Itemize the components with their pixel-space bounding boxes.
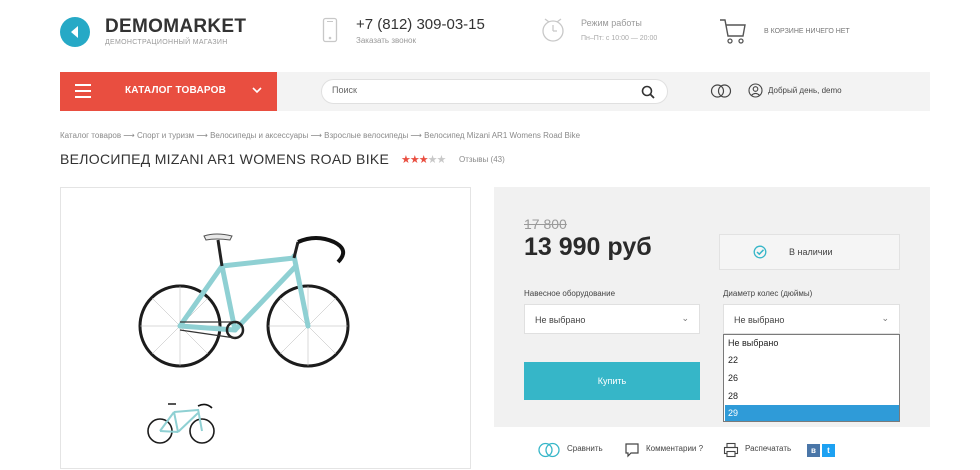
logo-subtitle: ДЕМОНСТРАЦИОННЫЙ МАГАЗИН <box>105 39 228 46</box>
product-thumbnail[interactable] <box>146 400 216 446</box>
star-filled-icon: ★ <box>409 154 420 166</box>
check-circle-icon <box>753 245 767 264</box>
twitter-icon[interactable]: t <box>822 444 835 457</box>
star-empty-icon: ★ <box>427 154 438 166</box>
chevron-down-icon: ⌄ <box>681 313 689 323</box>
cart-status[interactable]: В КОРЗИНЕ НИЧЕГО НЕТ <box>764 28 850 35</box>
wheel-label: Диаметр колес (дюймы) <box>723 289 813 298</box>
star-filled-icon: ★ <box>418 154 429 166</box>
comments-link[interactable]: Комментарии ? <box>646 444 703 453</box>
equipment-select-value: Не выбрано <box>535 315 586 325</box>
dropdown-option-highlighted[interactable]: 29 <box>725 405 899 421</box>
dropdown-option[interactable]: 22 <box>725 352 899 370</box>
page-title: ВЕЛОСИПЕД MIZANI AR1 WOMENS ROAD BIKE <box>60 151 390 167</box>
search-icon[interactable] <box>641 85 655 104</box>
wheel-select[interactable]: Не выбрано ⌄ <box>723 304 900 334</box>
user-greeting[interactable]: Добрый день, demo <box>768 86 842 95</box>
stock-text: В наличии <box>789 247 833 257</box>
current-price: 13 990 руб <box>524 233 652 261</box>
star-empty-icon: ★ <box>436 154 447 166</box>
star-filled-icon: ★ <box>401 154 411 166</box>
dropdown-option[interactable]: Не выбрано <box>725 335 899 353</box>
compare-icon[interactable] <box>710 84 732 103</box>
hours-title: Режим работы <box>581 18 642 28</box>
menu-icon <box>75 84 91 98</box>
buy-button[interactable]: Купить <box>524 362 700 400</box>
search-box <box>321 79 668 104</box>
phone-icon <box>322 17 338 48</box>
compare-icon[interactable] <box>538 442 560 463</box>
wheel-select-value: Не выбрано <box>734 315 785 325</box>
print-link[interactable]: Распечатать <box>745 444 791 453</box>
equipment-select[interactable]: Не выбрано ⌄ <box>524 304 700 334</box>
search-input[interactable] <box>332 85 622 95</box>
comment-icon[interactable] <box>624 442 640 463</box>
hours-value: Пн–Пт: с 10:00 — 20:00 <box>581 35 658 42</box>
product-image[interactable] <box>138 226 350 386</box>
dropdown-option[interactable]: 26 <box>725 370 899 388</box>
old-price: 17 800 <box>524 216 567 232</box>
catalog-label: КАТАЛОГ ТОВАРОВ <box>125 85 227 96</box>
vk-icon[interactable]: в <box>807 444 820 457</box>
logo-icon[interactable] <box>60 17 90 47</box>
logo-name[interactable]: DEMOMARKET <box>105 16 246 38</box>
rating-stars: ★★★★★ <box>401 153 447 166</box>
print-icon[interactable] <box>723 442 739 463</box>
wheel-dropdown-list: Не выбрано 22 26 28 29 <box>723 334 900 422</box>
breadcrumb[interactable]: Каталог товаров ⟶ Спорт и туризм ⟶ Велос… <box>60 131 580 140</box>
reviews-link[interactable]: Отзывы (43) <box>459 155 505 164</box>
catalog-button[interactable]: КАТАЛОГ ТОВАРОВ <box>60 72 277 111</box>
phone-number[interactable]: +7 (812) 309-03-15 <box>356 16 485 33</box>
stock-status: В наличии <box>719 234 900 270</box>
user-icon[interactable] <box>748 83 763 103</box>
cart-icon[interactable] <box>719 17 747 50</box>
clock-icon <box>540 15 566 50</box>
chevron-down-icon: ⌄ <box>881 313 889 323</box>
compare-link[interactable]: Сравнить <box>567 444 603 453</box>
dropdown-option[interactable]: 28 <box>725 388 899 406</box>
equipment-label: Навесное оборудование <box>524 289 616 298</box>
chevron-down-icon <box>252 84 262 99</box>
callback-link[interactable]: Заказать звонок <box>356 36 416 45</box>
